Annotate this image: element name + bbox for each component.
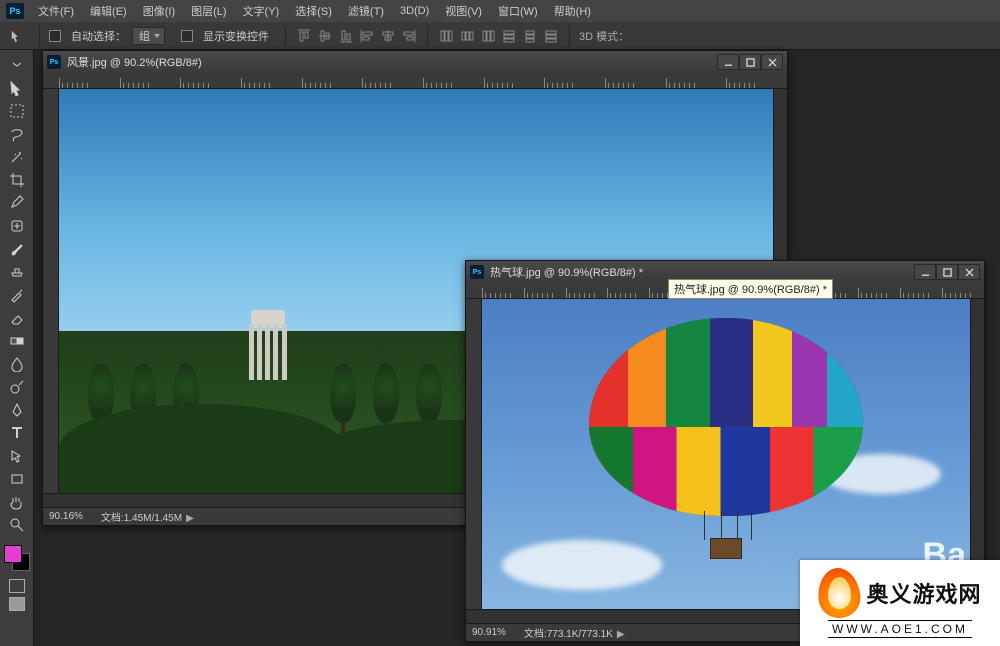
three-d-mode-label: 3D 模式：: [579, 28, 629, 44]
balloon-graphic: [589, 318, 862, 560]
menu-help[interactable]: 帮助(H): [546, 0, 599, 22]
magic-wand-tool[interactable]: [3, 146, 31, 168]
auto-select-label: 自动选择：: [71, 28, 126, 44]
menu-layer[interactable]: 图层(L): [183, 0, 234, 22]
window-title: 热气球.jpg @ 90.9%(RGB/8#) *: [490, 264, 914, 280]
menu-select[interactable]: 选择(S): [287, 0, 340, 22]
type-tool[interactable]: [3, 422, 31, 444]
distribute-icons-group: [437, 27, 560, 45]
zoom-tool[interactable]: [3, 514, 31, 536]
dodge-tool[interactable]: [3, 376, 31, 398]
distribute-vcenter-icon[interactable]: [458, 27, 476, 45]
align-right-icon[interactable]: [400, 27, 418, 45]
menu-3d[interactable]: 3D(D): [392, 0, 437, 22]
distribute-left-icon[interactable]: [500, 27, 518, 45]
zoom-level[interactable]: 90.16%: [49, 511, 83, 522]
docinfo-value: 773.1K/773.1K: [547, 629, 613, 640]
color-swatches[interactable]: [4, 545, 30, 571]
distribute-top-icon[interactable]: [437, 27, 455, 45]
docinfo-menu-icon[interactable]: ▶: [186, 513, 194, 524]
window-title-tooltip: 热气球.jpg @ 90.9%(RGB/8#) *: [668, 279, 833, 299]
distribute-right-icon[interactable]: [542, 27, 560, 45]
close-button[interactable]: [761, 54, 783, 70]
maximize-button[interactable]: [739, 54, 761, 70]
spot-healing-brush-tool[interactable]: [3, 215, 31, 237]
window-title: 风景.jpg @ 90.2%(RGB/8#): [67, 54, 717, 70]
active-tool-indicator-icon[interactable]: [4, 25, 30, 47]
site-watermark-overlay: 奥义游戏网 WWW.AOE1.COM: [800, 560, 1000, 646]
clone-stamp-tool[interactable]: [3, 261, 31, 283]
show-transform-checkbox[interactable]: [181, 30, 193, 42]
blur-tool[interactable]: [3, 353, 31, 375]
docinfo-label: 文档:: [524, 629, 547, 640]
path-selection-tool[interactable]: [3, 445, 31, 467]
menu-type[interactable]: 文字(Y): [235, 0, 288, 22]
zoom-level[interactable]: 90.91%: [472, 627, 506, 638]
maximize-button[interactable]: [936, 264, 958, 280]
align-bottom-icon[interactable]: [337, 27, 355, 45]
history-brush-tool[interactable]: [3, 284, 31, 306]
align-hcenter-icon[interactable]: [379, 27, 397, 45]
foreground-color-swatch[interactable]: [4, 545, 22, 563]
docinfo-label: 文档:: [101, 513, 124, 524]
minimize-button[interactable]: [717, 54, 739, 70]
options-bar: 自动选择： 组 显示变换控件 3D 模式：: [0, 22, 1000, 50]
menu-file[interactable]: 文件(F): [30, 0, 82, 22]
dropdown-value: 组: [139, 28, 150, 44]
collapse-handle-icon[interactable]: [3, 54, 31, 76]
distribute-hcenter-icon[interactable]: [521, 27, 539, 45]
work-area: Ps 风景.jpg @ 90.2%(RGB/8#) 02468101214161…: [0, 50, 1000, 646]
titlebar[interactable]: Ps 风景.jpg @ 90.2%(RGB/8#): [43, 51, 787, 73]
screen-mode-toggle-icon[interactable]: [9, 597, 25, 611]
brush-tool[interactable]: [3, 238, 31, 260]
align-vcenter-icon[interactable]: [316, 27, 334, 45]
show-transform-label: 显示变换控件: [203, 28, 269, 44]
distribute-bottom-icon[interactable]: [479, 27, 497, 45]
landscape-tower: [245, 310, 291, 380]
menu-image[interactable]: 图像(I): [135, 0, 183, 22]
eyedropper-tool[interactable]: [3, 192, 31, 214]
pen-tool[interactable]: [3, 399, 31, 421]
site-url: WWW.AOE1.COM: [828, 620, 972, 638]
app-logo-icon: Ps: [6, 3, 24, 19]
move-tool[interactable]: [3, 77, 31, 99]
menubar: Ps 文件(F) 编辑(E) 图像(I) 图层(L) 文字(Y) 选择(S) 滤…: [0, 0, 1000, 22]
align-top-icon[interactable]: [295, 27, 313, 45]
divider: [39, 26, 40, 46]
document-icon: Ps: [47, 55, 61, 69]
crop-tool[interactable]: [3, 169, 31, 191]
docinfo-value: 1.45M/1.45M: [124, 513, 182, 524]
close-button[interactable]: [958, 264, 980, 280]
align-left-icon[interactable]: [358, 27, 376, 45]
menu-filter[interactable]: 滤镜(T): [340, 0, 392, 22]
ruler-vertical[interactable]: [43, 89, 59, 493]
menu-edit[interactable]: 编辑(E): [82, 0, 135, 22]
minimize-button[interactable]: [914, 264, 936, 280]
auto-select-type-dropdown[interactable]: 组: [132, 27, 165, 45]
flame-icon: [818, 568, 860, 618]
eraser-tool[interactable]: [3, 307, 31, 329]
ruler-horizontal[interactable]: 0246810121416182022: [43, 73, 787, 89]
lasso-tool[interactable]: [3, 123, 31, 145]
tool-strip: [0, 50, 34, 646]
ruler-vertical[interactable]: [466, 299, 482, 609]
hand-tool[interactable]: [3, 491, 31, 513]
quick-mask-toggle-icon[interactable]: [9, 579, 25, 593]
docinfo-menu-icon[interactable]: ▶: [617, 629, 625, 640]
document-icon: Ps: [470, 265, 484, 279]
menu-view[interactable]: 视图(V): [437, 0, 490, 22]
site-name-cn: 奥义游戏网: [866, 577, 981, 609]
rectangle-shape-tool[interactable]: [3, 468, 31, 490]
gradient-tool[interactable]: [3, 330, 31, 352]
auto-select-checkbox[interactable]: [49, 30, 61, 42]
divider: [285, 26, 286, 46]
align-icons-group: [295, 27, 418, 45]
divider: [427, 26, 428, 46]
divider: [569, 26, 570, 46]
three-d-mode-group: 3D 模式：: [579, 28, 639, 44]
rectangular-marquee-tool[interactable]: [3, 100, 31, 122]
menu-window[interactable]: 窗口(W): [490, 0, 546, 22]
